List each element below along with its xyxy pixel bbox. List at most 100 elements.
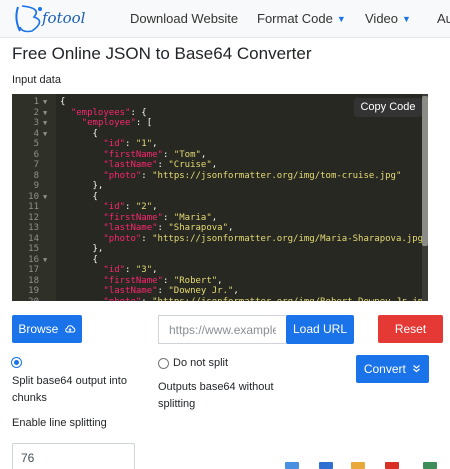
code-line: 3 ▼ "employee": [: [12, 118, 428, 129]
nav-format-code-label: Format Code: [257, 11, 333, 26]
editor-scrollbar-thumb[interactable]: [422, 96, 428, 246]
code-text: "lastName": "Sharapova",: [103, 223, 234, 233]
code-text: "employees": {: [70, 107, 147, 118]
nav-download-website-label: Download Website: [130, 11, 239, 26]
line-number: 5: [33, 139, 39, 149]
split-chunks-label: Split base64 output into chunks: [12, 375, 127, 404]
code-line: 10 ▼ {: [12, 192, 428, 203]
code-text: {: [60, 254, 98, 265]
cloud-upload-icon: [64, 325, 75, 333]
fold-toggle-icon[interactable]: ▼: [43, 193, 47, 201]
code-text: "firstName": "Maria",: [103, 212, 218, 223]
code-line: 4 ▼ {: [12, 129, 428, 140]
caret-down-icon: ▼: [336, 14, 346, 24]
line-number: 8: [33, 170, 39, 181]
json-code-editor[interactable]: 1 ▼ {2 ▼ "employees": { 3 ▼ "employee": [ 4 ▼ {…: [12, 94, 428, 301]
code-line: 11 "id": "2",: [12, 202, 428, 213]
fold-toggle-icon[interactable]: ▼: [43, 130, 47, 138]
editor-scrollbar[interactable]: [422, 94, 428, 301]
code-line: 6 "firstName": "Tom",: [12, 150, 428, 161]
nav-format-code[interactable]: Format Code ▼: [257, 11, 346, 26]
code-line: 13 "lastName": "Sharapova",: [12, 223, 428, 234]
code-line: 20 "photo": "https://jsonformatter.org/i…: [12, 297, 428, 302]
fold-toggle-icon[interactable]: ▼: [43, 256, 47, 264]
code-text: "id": "2",: [103, 202, 158, 212]
line-number: 4: [33, 128, 39, 139]
os-taskbar: [255, 459, 450, 469]
copy-code-button[interactable]: Copy Code: [354, 98, 422, 117]
taskbar-icon[interactable]: [385, 462, 399, 469]
code-line: 7 "lastName": "Cruise",: [12, 160, 428, 171]
code-text: {: [60, 97, 66, 107]
caret-down-icon: ▼: [402, 14, 411, 24]
code-text: "employee": [: [81, 118, 153, 128]
fold-toggle-icon[interactable]: ▼: [43, 119, 47, 127]
code-line: 14 "photo": "https://jsonformatter.org/i…: [12, 234, 428, 245]
taskbar-icon[interactable]: [319, 462, 333, 469]
code-text: "firstName": "Tom",: [103, 149, 207, 160]
page-title: Free Online JSON to Base64 Converter: [12, 44, 312, 63]
line-number: 18: [28, 275, 39, 286]
taskbar-icon[interactable]: [285, 462, 299, 469]
code-text: "lastName": "Cruise",: [103, 160, 218, 170]
line-number: 15: [28, 244, 39, 254]
nav-video-label: Video: [365, 11, 399, 26]
line-number: 9: [33, 181, 39, 191]
line-number: 17: [28, 265, 39, 275]
code-text: },: [60, 181, 104, 191]
line-number: 19: [28, 286, 39, 296]
no-split-radio[interactable]: [158, 358, 169, 369]
line-length-input[interactable]: [12, 443, 135, 469]
code-text: "photo": "https://jsonformatter.org/img/…: [103, 170, 402, 181]
nav-audio[interactable]: Au: [437, 11, 450, 26]
code-text: "photo": "https://jsonformatter.org/img/…: [60, 297, 428, 302]
taskbar-icon[interactable]: [351, 462, 365, 469]
convert-button[interactable]: Convert: [356, 355, 429, 383]
top-navbar: fotool Download Website Format Code ▼ Vid…: [0, 0, 450, 38]
code-line: 19 "lastName": "Downey Jr.",: [12, 286, 428, 297]
line-number: 11: [28, 202, 39, 212]
input-data-label: Input data: [12, 74, 61, 86]
url-input[interactable]: [158, 315, 286, 344]
line-number: 1: [33, 97, 39, 107]
line-number: 14: [28, 233, 39, 244]
code-line: 5 "id": "1",: [12, 139, 428, 150]
code-text: "lastName": "Downey Jr.",: [103, 286, 239, 296]
line-number: 10: [28, 191, 39, 202]
code-text: {: [60, 191, 98, 202]
nav-download-website[interactable]: Download Website: [130, 11, 238, 26]
browse-button[interactable]: Browse: [12, 315, 82, 343]
code-line: 12 "firstName": "Maria",: [12, 213, 428, 224]
fold-toggle-icon[interactable]: ▼: [43, 98, 47, 106]
line-number: 12: [28, 212, 39, 223]
reset-button[interactable]: Reset: [378, 315, 443, 343]
line-number: 7: [33, 160, 39, 170]
double-chevron-down-icon: [413, 365, 421, 373]
code-line: 15 },: [12, 244, 428, 255]
enable-line-splitting-label: Enable line splitting: [12, 417, 107, 429]
line-number: 20: [12, 297, 39, 302]
no-split-label: Do not split: [173, 357, 229, 369]
code-text: {: [60, 128, 98, 139]
code-line: 8 "photo": "https://jsonformatter.org/im…: [12, 171, 428, 182]
line-number: 13: [28, 223, 39, 233]
convert-label: Convert: [363, 362, 406, 376]
split-chunks-radio[interactable]: [11, 357, 22, 368]
line-number: 16: [28, 254, 39, 265]
taskbar-icon[interactable]: [423, 462, 437, 469]
code-text: },: [60, 244, 104, 254]
code-line: 16 ▼ {: [12, 255, 428, 266]
line-number: 2: [33, 107, 39, 118]
code-text: "photo": "https://jsonformatter.org/img/…: [103, 233, 428, 244]
line-number: 3: [33, 118, 39, 128]
nav-video[interactable]: Video ▼: [365, 11, 411, 26]
line-number: 6: [33, 149, 39, 160]
code-line: 18 "firstName": "Robert",: [12, 276, 428, 287]
code-text: "id": "1",: [103, 139, 158, 149]
code-line: 9 },: [12, 181, 428, 192]
load-url-button[interactable]: Load URL: [286, 315, 354, 344]
fold-toggle-icon[interactable]: ▼: [43, 109, 47, 117]
brand-name[interactable]: fotool: [42, 9, 85, 27]
browse-label: Browse: [18, 322, 59, 336]
code-text: "id": "3",: [103, 265, 158, 275]
